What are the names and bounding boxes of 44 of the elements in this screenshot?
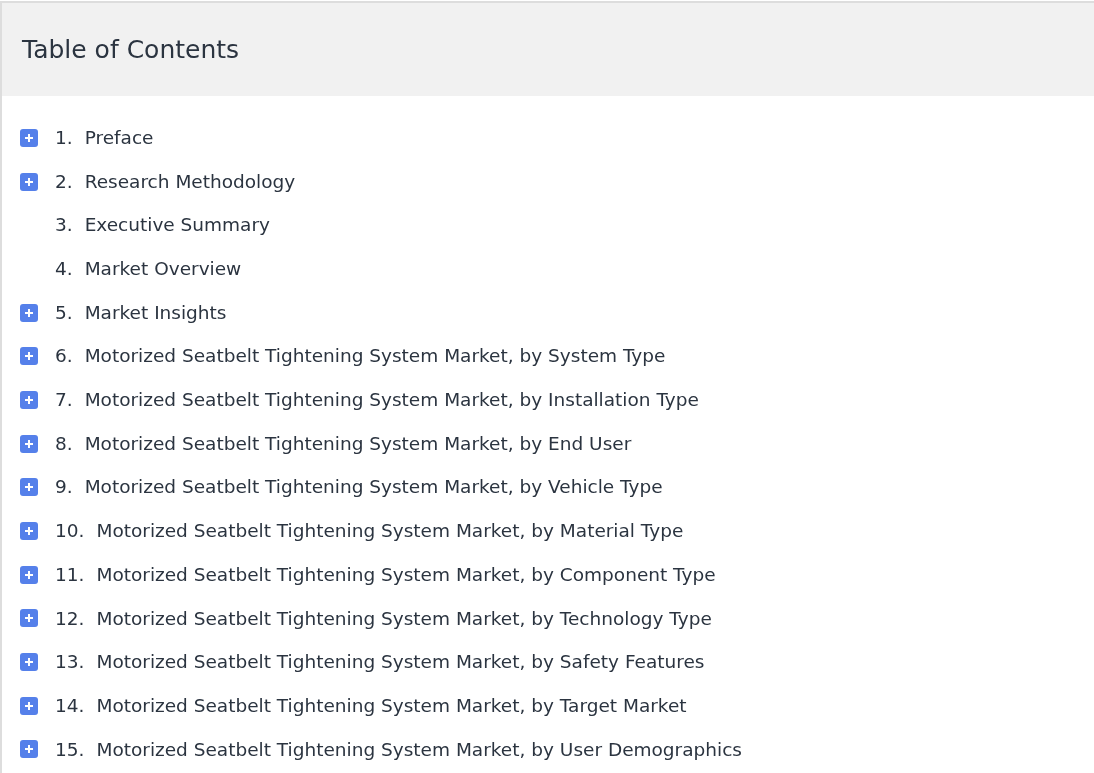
section-link[interactable]: Motorized Seatbelt Tightening System Market, by Safety Features: [96, 648, 705, 676]
section-link[interactable]: Motorized Seatbelt Tightening System Market, by Vehicle Type: [84, 473, 663, 502]
section-number: 9.: [55, 475, 73, 500]
expand-icon[interactable]: [20, 347, 38, 366]
section-number: 14.: [55, 693, 85, 718]
expand-icon[interactable]: [20, 653, 38, 672]
section-link[interactable]: Motorized Seatbelt Tightening System Market, by Technology Type: [96, 604, 712, 633]
section-number: 2.: [55, 169, 73, 194]
section-number: 11.: [55, 562, 85, 587]
section-link[interactable]: Motorized Seatbelt Tightening System Market, by Material Type: [96, 517, 684, 545]
section-link[interactable]: Motorized Seatbelt Tightening System Market, by Component Type: [96, 560, 716, 589]
section-link[interactable]: Motorized Seatbelt Tightening System Market, by User Demographics: [96, 735, 742, 764]
expand-icon[interactable]: [20, 565, 38, 584]
toc-title: Table of Contents: [22, 34, 240, 65]
section-link[interactable]: Motorized Seatbelt Tightening System Market, by System Type: [84, 342, 666, 371]
expand-icon[interactable]: [20, 478, 38, 497]
section-number: 12.: [55, 606, 85, 631]
section-number: 13.: [55, 650, 85, 675]
section-link[interactable]: Market Insights: [84, 298, 227, 327]
section-link[interactable]: Preface: [84, 123, 154, 152]
section-number: 3.: [55, 213, 73, 238]
expand-icon[interactable]: [20, 609, 38, 628]
expand-icon[interactable]: [20, 696, 38, 715]
section-link[interactable]: Motorized Seatbelt Tightening System Market, by Target Market: [96, 691, 687, 720]
section-link[interactable]: Motorized Seatbelt Tightening System Market, by End User: [84, 429, 632, 458]
section-number: 1.: [55, 125, 73, 150]
section-number: 8.: [55, 431, 73, 456]
expand-icon[interactable]: [20, 390, 38, 409]
section-number: 7.: [55, 388, 73, 413]
section-link[interactable]: Motorized Seatbelt Tightening System Market, by Installation Type: [84, 386, 699, 414]
section-number: 4.: [55, 257, 73, 282]
section-number: 6.: [55, 344, 73, 369]
expand-icon[interactable]: [20, 434, 38, 453]
section-link[interactable]: Executive Summary: [84, 211, 270, 240]
section-link[interactable]: Research Methodology: [84, 167, 296, 196]
expand-icon[interactable]: [20, 303, 38, 322]
expand-icon[interactable]: [20, 740, 38, 759]
expand-icon[interactable]: [20, 522, 38, 541]
expand-icon[interactable]: [20, 128, 38, 147]
expand-icon[interactable]: [20, 172, 38, 191]
section-link[interactable]: Market Overview: [84, 255, 242, 283]
section-number: 10.: [55, 519, 85, 544]
section-number: 5.: [55, 300, 73, 325]
section-number: 15.: [55, 737, 85, 762]
